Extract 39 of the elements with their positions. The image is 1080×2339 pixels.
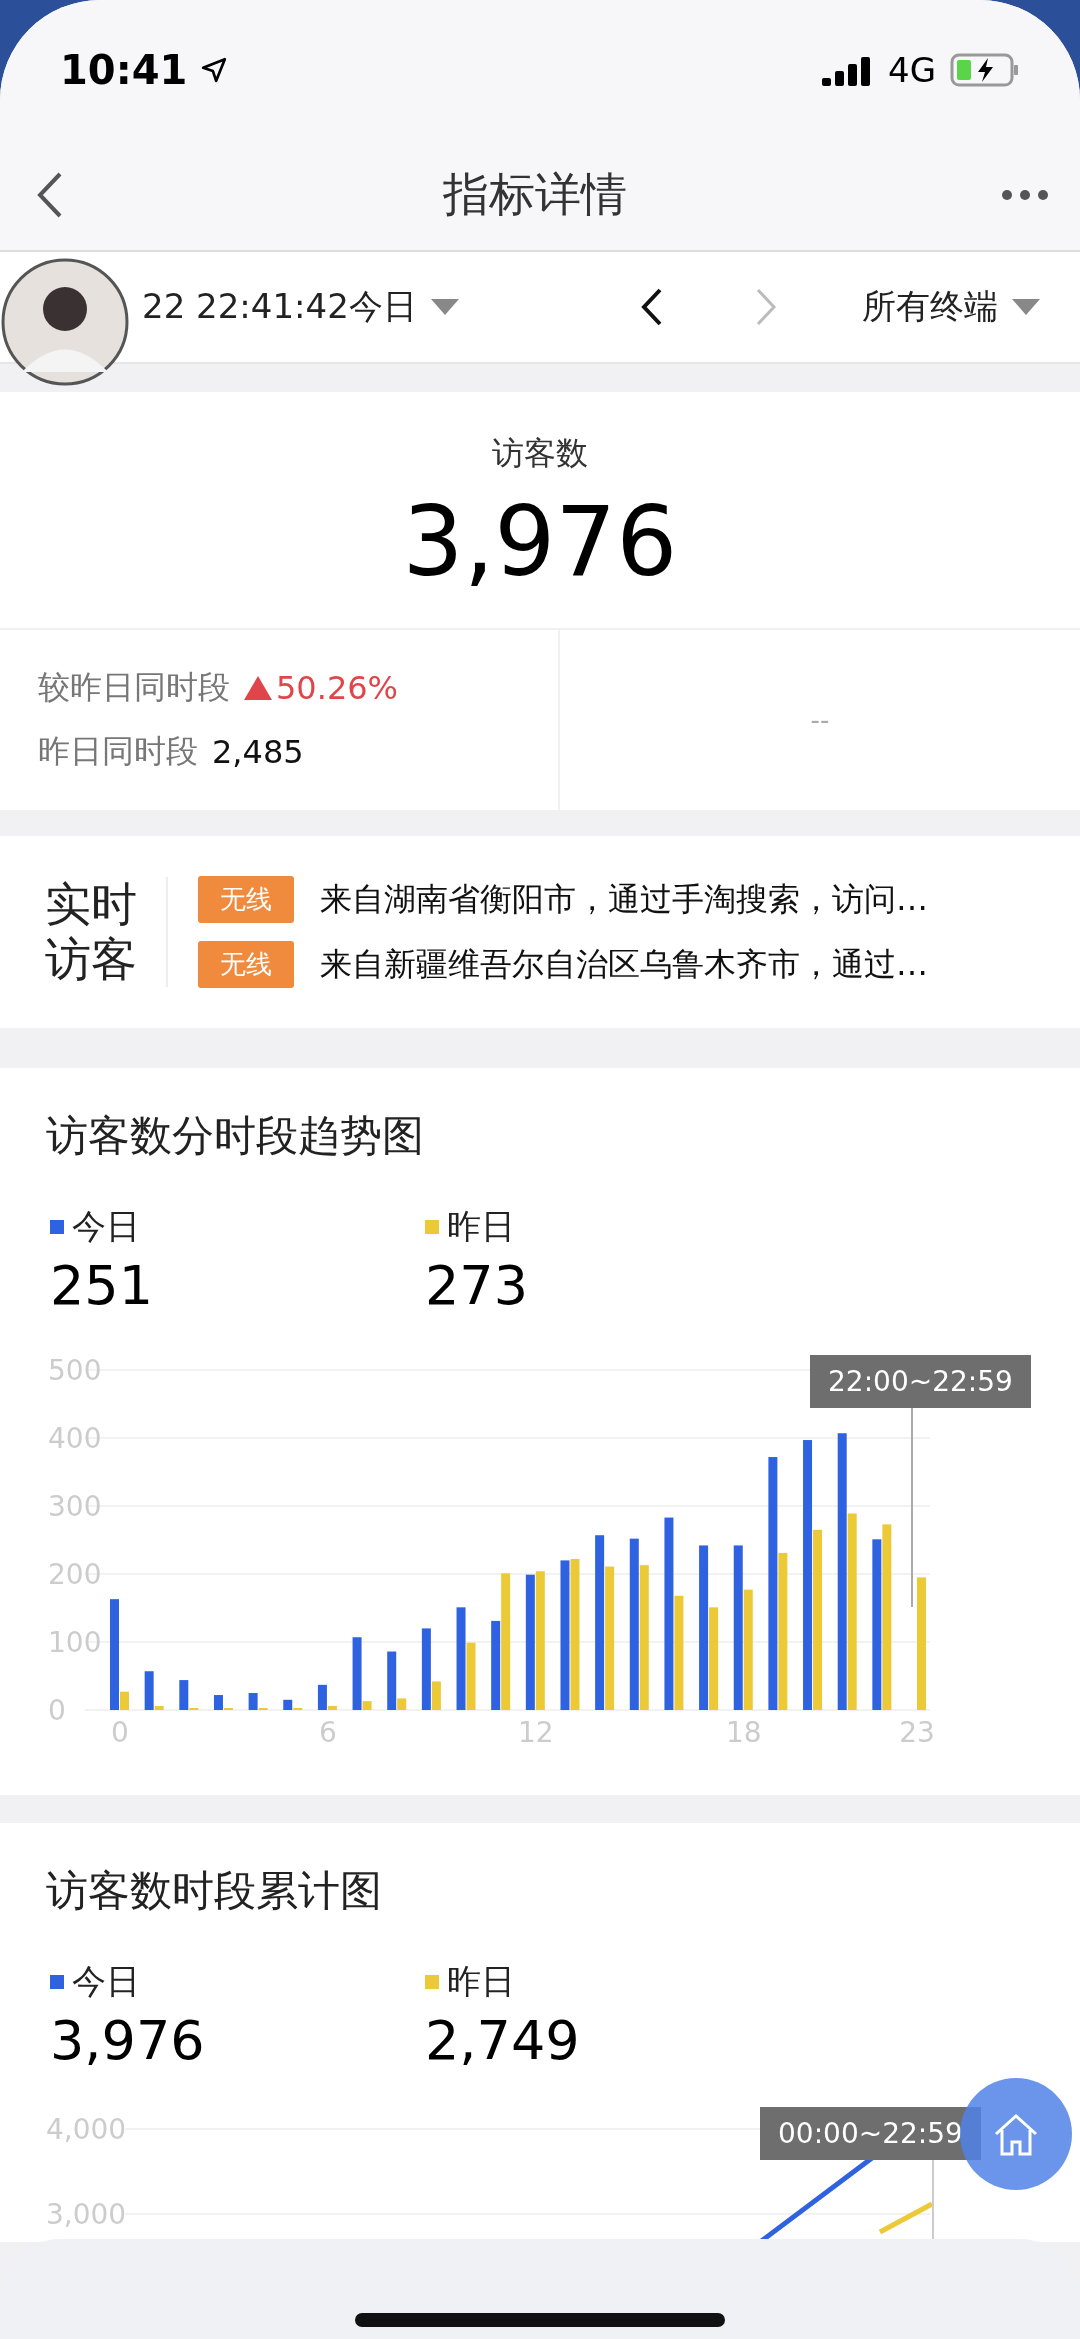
realtime-title: 实时访客 [45,876,168,988]
yesterday-label: 昨日同时段 [38,731,198,772]
up-triangle-icon [244,676,272,700]
channel-tag: 无线 [198,876,294,923]
chart-title: 访客数分时段趋势图 [45,1110,425,1162]
legend-swatch [50,1220,64,1234]
page-title: 指标详情 [443,166,627,223]
legend-value: 3,976 [50,2009,206,2072]
compare-value: 50.26% [276,669,398,707]
legend-label: 今日 [72,1960,140,2003]
legend-value: 251 [50,1254,155,1317]
yesterday-value: 2,485 [212,733,304,771]
location-arrow-icon [201,57,228,83]
visitor-text[interactable]: 来自湖南省衡阳市，通过手淘搜索，访问… [320,877,928,922]
legend-label: 昨日 [447,1960,515,2003]
avatar[interactable] [0,257,130,387]
dropdown-caret-icon[interactable] [430,299,459,315]
legend-label: 昨日 [447,1205,515,1248]
previous-icon[interactable] [640,287,664,327]
compare-label: 较昨日同时段 [38,667,230,708]
legend-value: 2,749 [425,2009,581,2072]
house-icon [992,2112,1040,2156]
network-label: 4G [888,50,936,90]
battery-icon [950,53,1020,87]
dropdown-caret-icon[interactable] [1012,299,1040,315]
date-selector[interactable]: 22 22:41:42今日 [142,284,417,330]
terminal-selector[interactable]: 所有终端 [862,284,998,330]
legend-value: 273 [425,1254,530,1317]
legend-label: 今日 [72,1205,140,1248]
chart-title: 访客数时段累计图 [45,1865,383,1917]
visitor-text[interactable]: 来自新疆维吾尔自治区乌鲁木齐市，通过… [320,942,928,987]
status-time: 10:41 [60,47,188,93]
metric-value: 3,976 [402,486,678,598]
channel-tag: 无线 [198,941,294,988]
more-icon[interactable] [1000,188,1050,202]
metric-label: 访客数 [492,433,588,474]
empty-value: -- [810,705,830,735]
legend-swatch [425,1220,439,1234]
tooltip: 22:00~22:59 [810,1355,1031,1408]
